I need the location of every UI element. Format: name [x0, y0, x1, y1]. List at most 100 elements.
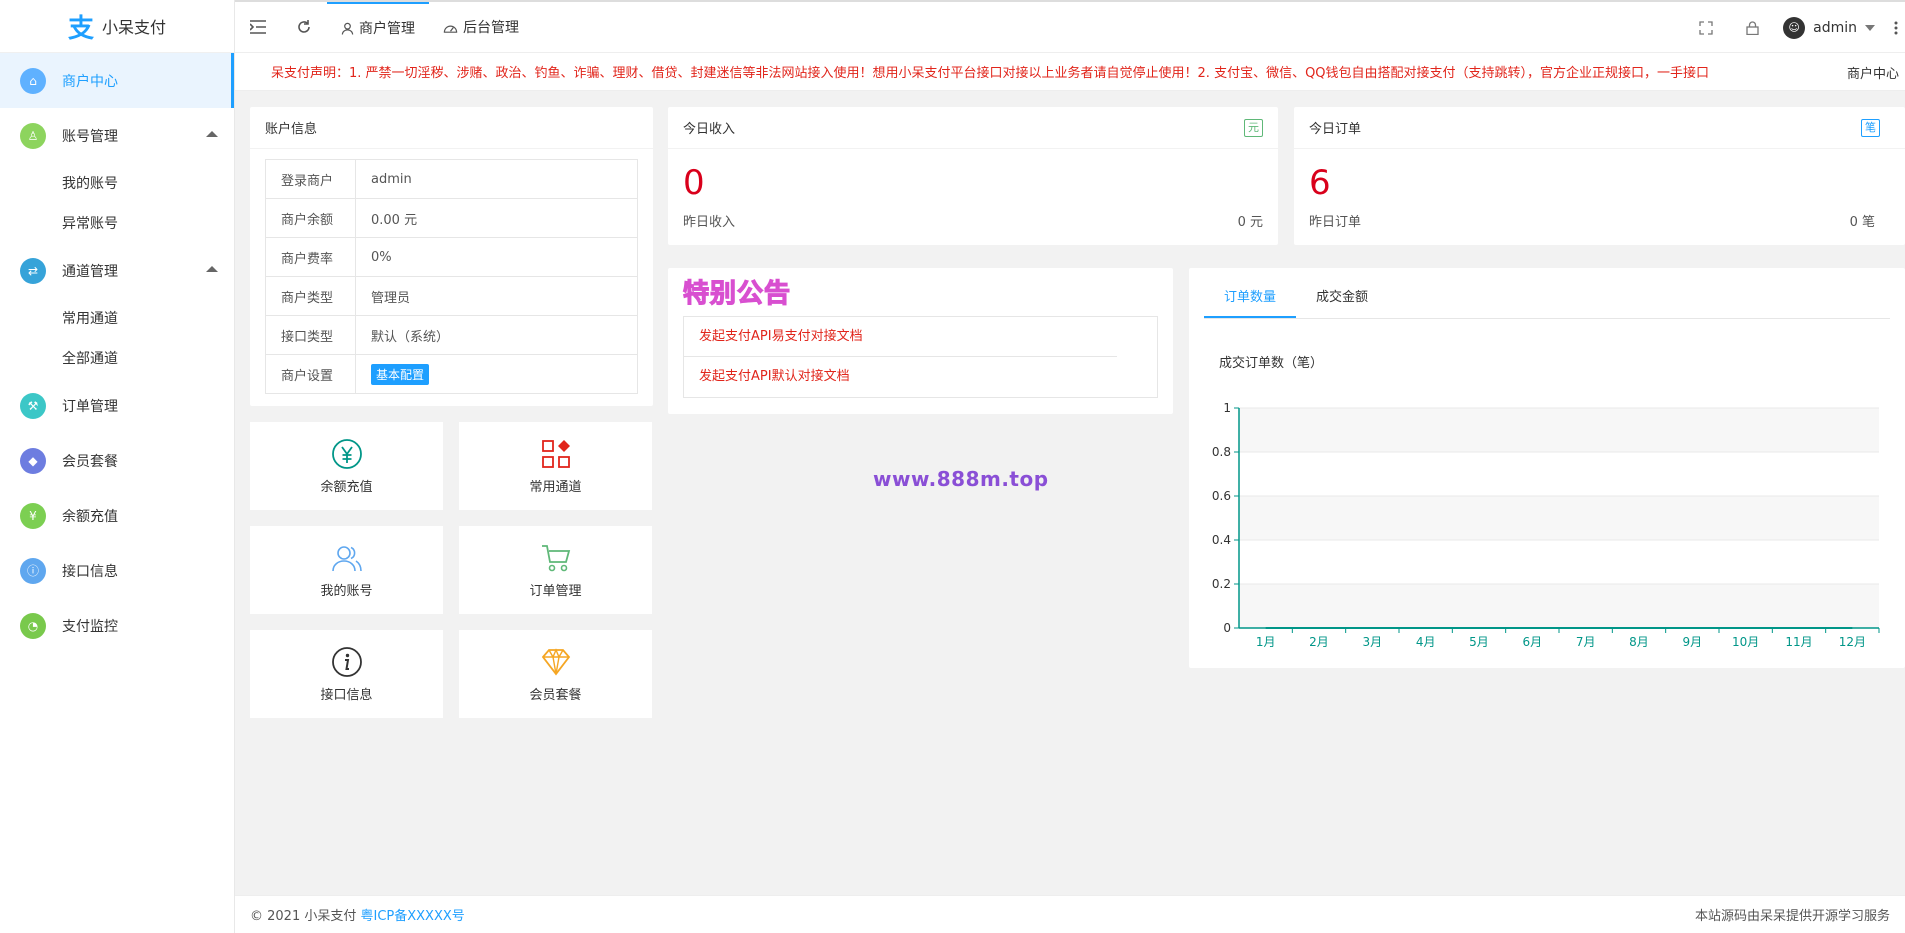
y-tick-label: 0.8 — [1212, 445, 1231, 459]
x-tick-label: 1月 — [1256, 635, 1276, 649]
top-header: 商户管理 后台管理 ☺ admin — [235, 0, 1905, 53]
row-value: 0% — [355, 237, 638, 277]
basic-config-button[interactable]: 基本配置 — [371, 363, 430, 385]
chevron-up-icon — [206, 266, 218, 272]
row-value: admin — [355, 159, 638, 199]
icp-link[interactable]: 粤ICP备XXXXX号 — [361, 909, 465, 924]
sidebar-item-label: 账号管理 — [62, 128, 118, 145]
y-tick-label: 1 — [1223, 401, 1231, 415]
tile-label: 会员套餐 — [529, 687, 582, 703]
stat-value: 0 笔 — [1849, 215, 1875, 230]
unit-badge: 元 — [1244, 118, 1263, 137]
tile-label: 我的账号 — [320, 583, 373, 599]
sidebar-item-recharge[interactable]: ¥ 余额充值 — [0, 488, 234, 543]
logo[interactable]: 支 小呆支付 — [0, 0, 234, 53]
x-tick-label: 8月 — [1629, 635, 1649, 649]
order-count-chart: 00.20.40.60.811月 2月 3月 4月 5月 6月 7月 8月 9月 10月 11月 12… — [1212, 401, 1880, 649]
chart-card: 订单数量 成交金额 成交订单数（笔） 0 0.2 0.4 0.6 0.8 1 1月 2月 3月 4… — [1189, 268, 1905, 668]
sidebar-item-label: 余额充值 — [62, 508, 118, 525]
row-value: 基本配置 — [355, 354, 638, 394]
x-tick-label: 6月 — [1523, 635, 1543, 649]
chevron-down-icon — [1865, 24, 1875, 31]
table-row: 商户类型 管理员 — [265, 276, 638, 316]
sidebar-item-label: 商户中心 — [62, 73, 118, 90]
sidebar-subitem-my-account[interactable]: 我的账号 — [0, 163, 234, 203]
grid-band — [1239, 584, 1879, 628]
x-tick-label: 5月 — [1469, 635, 1489, 649]
stat-label: 昨日订单 — [1309, 215, 1362, 230]
tab-label: 后台管理 — [463, 20, 519, 36]
notice-list: 发起支付API易支付对接文档 发起支付API默认对接文档 — [683, 316, 1158, 398]
sidebar-subitem-common-channel[interactable]: 常用通道 — [0, 298, 234, 338]
cart-icon: ⚒ — [20, 392, 46, 419]
y-tick-label: 0.6 — [1212, 489, 1231, 503]
sidebar-item-api-info[interactable]: ⓘ 接口信息 — [0, 543, 234, 598]
grid-band — [1239, 496, 1879, 540]
sidebar-item-label: 会员套餐 — [62, 453, 118, 470]
sidebar-item-payment-monitor[interactable]: ◔ 支付监控 — [0, 598, 234, 653]
notice-link-default-doc[interactable]: 发起支付API默认对接文档 — [684, 357, 1157, 397]
row-value: 管理员 — [355, 276, 638, 316]
tab-backend-management[interactable]: 后台管理 — [429, 2, 533, 53]
cart-icon — [541, 544, 570, 571]
announcement-text: 呆支付声明：1. 严禁一切淫秽、涉赌、政治、钓鱼、诈骗、理财、借贷、封建迷信等非… — [271, 66, 1710, 81]
home-icon: ⌂ — [20, 67, 46, 94]
fullscreen-icon[interactable] — [1683, 2, 1729, 53]
username: admin — [1813, 19, 1857, 36]
watermark-text: www.888m.top — [873, 467, 1049, 491]
x-tick-label: 7月 — [1576, 635, 1596, 649]
sidebar-item-channel-management[interactable]: ⇄ 通道管理 — [0, 243, 234, 298]
user-icon: ♙ — [20, 122, 46, 149]
notice-title-text: 特别公告 — [682, 278, 792, 309]
menu-fold-icon[interactable] — [235, 2, 281, 53]
row-key: 接口类型 — [265, 315, 356, 355]
x-tick-label: 2月 — [1309, 635, 1329, 649]
x-tick-label: 10月 — [1732, 635, 1759, 649]
user-icon — [341, 22, 354, 35]
sidebar-item-label: 通道管理 — [62, 263, 118, 280]
tile-recharge[interactable]: 余额充值 — [250, 422, 443, 510]
current-page-label: 商户中心 — [1834, 53, 1905, 90]
sidebar-subitem-abnormal-account[interactable]: 异常账号 — [0, 203, 234, 243]
notice-title: 特别公告 — [668, 268, 1173, 314]
sidebar-item-merchant-center[interactable]: ⌂ 商户中心 — [0, 53, 234, 108]
row-key: 商户费率 — [265, 237, 356, 277]
header-right: ☺ admin — [1683, 2, 1905, 53]
y-tick-label: 0.4 — [1212, 533, 1231, 547]
tile-api-info[interactable]: 接口信息 — [250, 630, 443, 718]
sidebar-subitem-all-channel[interactable]: 全部通道 — [0, 338, 234, 378]
footer-right-text: 本站源码由呆呆提供开源学习服务 — [1694, 909, 1890, 924]
gauge-icon: ◔ — [20, 612, 46, 639]
dashboard-icon — [443, 24, 458, 33]
account-info-card: 账户信息 登录商户 admin 商户余额 0.00 元 商户费率 0% 商户类型 管理员… — [250, 107, 653, 406]
grid-band — [1239, 540, 1879, 584]
tile-membership[interactable]: 会员套餐 — [459, 630, 652, 718]
chart-tabs: 订单数量 成交金额 — [1204, 278, 1890, 319]
sidebar-item-order-management[interactable]: ⚒ 订单管理 — [0, 378, 234, 433]
tile-my-account[interactable]: 我的账号 — [250, 526, 443, 614]
card-header: 今日订单 笔 — [1294, 107, 1905, 149]
row-key: 商户余额 — [265, 198, 356, 238]
tab-transaction-amount[interactable]: 成交金额 — [1296, 278, 1388, 318]
lock-icon[interactable] — [1729, 2, 1775, 53]
row-key: 登录商户 — [265, 159, 356, 199]
tab-order-count[interactable]: 订单数量 — [1204, 278, 1297, 318]
today-orders-card: 今日订单 笔 6 昨日订单 0 笔 — [1294, 107, 1905, 245]
card-title: 今日订单 — [1309, 122, 1362, 137]
yen-icon — [331, 438, 362, 469]
tile-order-management[interactable]: 订单管理 — [459, 526, 652, 614]
tab-merchant-management[interactable]: 商户管理 — [327, 1, 429, 53]
notice-link-easypay-doc[interactable]: 发起支付API易支付对接文档 — [684, 317, 1117, 357]
row-value: 默认（系统） — [355, 315, 638, 355]
table-row: 登录商户 admin — [265, 159, 638, 199]
logo-icon: 支 — [67, 13, 94, 44]
more-icon[interactable] — [1887, 2, 1905, 53]
sidebar-item-account-management[interactable]: ♙ 账号管理 — [0, 108, 234, 163]
refresh-icon[interactable] — [281, 2, 327, 53]
info-icon — [331, 646, 362, 677]
user-menu[interactable]: ☺ admin — [1775, 16, 1887, 39]
sidebar-item-membership[interactable]: ◆ 会员套餐 — [0, 433, 234, 488]
tile-common-channel[interactable]: 常用通道 — [459, 422, 652, 510]
y-tick-label: 0 — [1223, 621, 1231, 635]
sidebar-item-label: 订单管理 — [62, 398, 118, 415]
